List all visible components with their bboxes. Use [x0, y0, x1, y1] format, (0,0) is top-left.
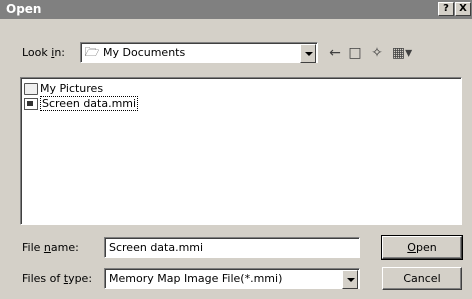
file-name-input[interactable]: Screen data.mmi [104, 237, 360, 258]
list-item-label: My Pictures [40, 82, 104, 95]
file-type-combobox[interactable]: Memory Map Image File(*.mmi) [104, 268, 360, 289]
back-icon[interactable]: ← [326, 44, 344, 62]
list-item-label: Screen data.mmi [40, 96, 139, 111]
list-item[interactable]: Screen data.mmi [24, 96, 139, 111]
look-in-dropdown-button[interactable] [300, 44, 316, 63]
folder-icon [24, 82, 38, 95]
list-item[interactable]: My Pictures [24, 81, 103, 96]
file-type-label: Files of type: [22, 272, 93, 285]
file-type-value: Memory Map Image File(*.mmi) [109, 272, 283, 285]
close-button[interactable]: X [455, 2, 471, 16]
up-folder-icon[interactable]: □ [346, 44, 364, 62]
look-in-combobox[interactable]: 🗁 My Documents [80, 42, 318, 63]
title-bar: Open ? X [0, 0, 472, 19]
dialog-title: Open [6, 2, 42, 16]
look-in-label: Look in: [22, 46, 66, 59]
look-in-value: My Documents [103, 46, 186, 59]
cancel-button[interactable]: Cancel [382, 267, 462, 290]
file-name-label: File name: [22, 241, 79, 254]
view-menu-icon[interactable]: ▦▾ [390, 44, 414, 62]
help-button[interactable]: ? [438, 2, 454, 16]
file-list[interactable]: My Pictures Screen data.mmi [20, 77, 462, 225]
open-button[interactable]: Open [381, 235, 463, 260]
my-documents-icon: 🗁 [84, 45, 100, 59]
new-folder-icon[interactable]: ✧ [368, 44, 386, 62]
file-icon [24, 97, 38, 110]
file-type-dropdown-button[interactable] [342, 270, 358, 289]
file-name-value: Screen data.mmi [109, 241, 204, 254]
